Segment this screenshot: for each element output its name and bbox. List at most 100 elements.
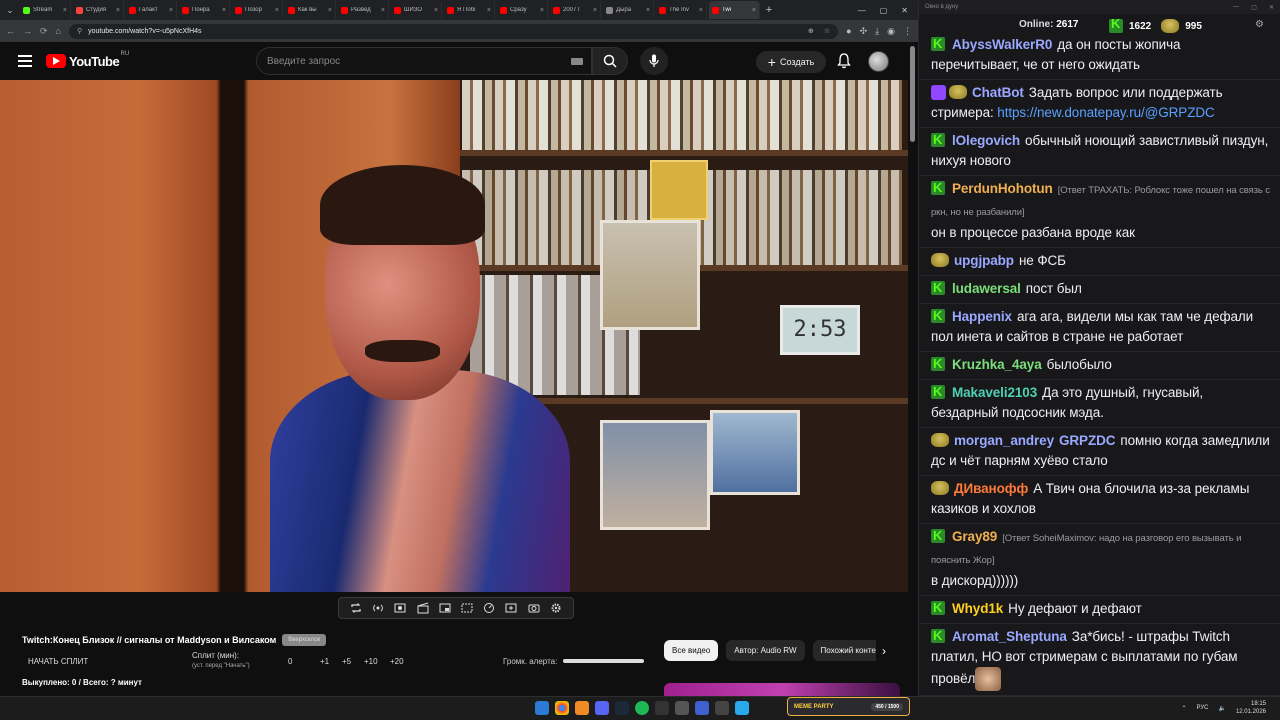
zoom-icon[interactable]: ⊕ (808, 27, 814, 35)
chat-minimize-icon[interactable]: — (1233, 4, 1239, 11)
tab-close-icon[interactable]: × (434, 7, 438, 14)
bookmark-star-icon[interactable]: ☆ (824, 27, 830, 35)
add-1-button[interactable]: +1 (320, 657, 329, 666)
tab-close-icon[interactable]: × (169, 7, 173, 14)
profile-icon[interactable]: ◉ (887, 26, 895, 37)
chat-maximize-icon[interactable]: ▢ (1251, 4, 1257, 11)
notifications-button[interactable] (836, 51, 852, 71)
account-avatar[interactable] (868, 51, 889, 72)
chat-username[interactable]: ДИванофф (954, 481, 1028, 496)
page-scrollbar[interactable] (908, 42, 918, 696)
chat-mention[interactable]: GRPZDC (1059, 433, 1116, 448)
browser-tab[interactable]: Позор × (232, 1, 283, 19)
status-badge[interactable]: Вверхсклок (282, 634, 327, 646)
chevron-right-icon[interactable]: › (876, 640, 892, 662)
browser-tab[interactable]: Дыра × (603, 1, 654, 19)
app-icon[interactable] (675, 701, 689, 715)
maximize-icon[interactable]: ▢ (880, 6, 888, 15)
tab-close-icon[interactable]: × (116, 7, 120, 14)
alert-volume-slider[interactable] (563, 659, 644, 663)
screenshot-camera-icon[interactable] (528, 602, 540, 614)
steam-icon[interactable] (615, 701, 629, 715)
tab-close-icon[interactable]: × (593, 7, 597, 14)
browser-tab[interactable]: The Inv × (656, 1, 707, 19)
browser-tab[interactable]: Я Побі × (444, 1, 495, 19)
browser-tab[interactable]: 2007 Г × (550, 1, 601, 19)
fullscreen-icon[interactable] (461, 602, 473, 614)
audio-wave-icon[interactable] (372, 602, 384, 614)
chat-username[interactable]: Kruzhka_4aya (952, 357, 1042, 372)
chat-username[interactable]: morgan_andrey (954, 433, 1054, 448)
chip-author[interactable]: Автор: Audio RW (726, 640, 805, 661)
loop-icon[interactable] (350, 602, 362, 614)
tab-close-icon[interactable]: × (699, 7, 703, 14)
chip-all-videos[interactable]: Все видео (664, 640, 719, 661)
recommended-thumbnail[interactable] (664, 683, 900, 696)
telegram-icon[interactable] (735, 701, 749, 715)
chat-username[interactable]: ChatBot (972, 85, 1024, 100)
minimize-icon[interactable]: — (858, 6, 866, 15)
chat-username[interactable]: Makaveli2103 (952, 385, 1037, 400)
browser-menu-icon[interactable]: ⋮ (903, 26, 912, 37)
tab-close-icon[interactable]: × (487, 7, 491, 14)
chat-close-icon[interactable]: ✕ (1269, 4, 1274, 11)
app-icon[interactable] (655, 701, 669, 715)
browser-tab[interactable]: ШИЗО × (391, 1, 442, 19)
chat-username[interactable]: Happenix (952, 309, 1012, 324)
tab-close-icon[interactable]: × (328, 7, 332, 14)
reload-icon[interactable]: ⟳ (40, 26, 48, 37)
tab-close-icon[interactable]: × (222, 7, 226, 14)
add-5-button[interactable]: +5 (342, 657, 351, 666)
scrollbar-thumb[interactable] (910, 46, 915, 142)
chat-username[interactable]: upgjpabp (954, 253, 1014, 268)
tab-close-icon[interactable]: × (540, 7, 544, 14)
site-info-icon[interactable]: ⚲ (77, 27, 82, 35)
search-input[interactable]: Введите запрос (256, 47, 592, 75)
video-player[interactable]: 2:53 (0, 80, 908, 592)
add-clip-icon[interactable] (505, 602, 517, 614)
chat-username[interactable]: AbyssWalkerR0 (952, 37, 1052, 52)
extension-icon[interactable]: ● (846, 26, 851, 36)
create-button[interactable]: + Создать (756, 51, 826, 73)
clapper-icon[interactable] (417, 602, 429, 614)
tab-close-icon[interactable]: × (752, 7, 756, 14)
browser-tab[interactable]: Как вы × (285, 1, 336, 19)
clock[interactable]: 18:15 12.01.2026 (1236, 700, 1266, 716)
chat-username[interactable]: lOlegovich (952, 133, 1020, 148)
search-button[interactable] (592, 47, 628, 75)
picture-in-picture-icon[interactable] (439, 602, 451, 614)
forward-icon[interactable]: → (23, 26, 32, 36)
browser-tab[interactable]: Галакт × (126, 1, 177, 19)
record-icon[interactable] (394, 602, 406, 614)
media-player-icon[interactable] (695, 701, 709, 715)
browser-tab[interactable]: Сразу × (497, 1, 548, 19)
tab-close-icon[interactable]: × (646, 7, 650, 14)
tab-close-icon[interactable]: × (381, 7, 385, 14)
voice-search-button[interactable] (640, 47, 668, 75)
browser-tab[interactable]: Студия × (73, 1, 124, 19)
browser-tab[interactable]: Stream × (20, 1, 71, 19)
chat-settings-icon[interactable]: ⚙ (1255, 19, 1264, 30)
downloads-icon[interactable]: ⤓ (875, 26, 879, 37)
chat-link[interactable]: https://new.donatepay.ru/@GRPZDC (997, 105, 1214, 120)
chat-username[interactable]: ludawersal (952, 281, 1021, 296)
keyboard-language[interactable]: РУС (1196, 705, 1208, 711)
tab-close-icon[interactable]: × (275, 7, 279, 14)
discord-icon[interactable] (595, 701, 609, 715)
youtube-logo[interactable]: YouTube RU (46, 51, 129, 69)
tab-search-icon[interactable]: ⌄ (2, 2, 18, 18)
add-10-button[interactable]: +10 (364, 657, 378, 666)
close-window-icon[interactable]: ✕ (901, 6, 908, 15)
new-tab-button[interactable]: + (762, 4, 776, 16)
chat-message-list[interactable]: AbyssWalkerR0да он посты жопича перечиты… (919, 32, 1280, 696)
volume-icon[interactable]: 🔈 (1218, 705, 1225, 712)
chat-username[interactable]: Aromat_Sheptuna (952, 629, 1067, 644)
start-icon[interactable] (535, 701, 549, 715)
speed-gauge-icon[interactable] (483, 602, 495, 614)
browser-tab[interactable]: Понра × (179, 1, 230, 19)
browser-tab[interactable]: Twi × (709, 1, 760, 19)
add-20-button[interactable]: +20 (390, 657, 404, 666)
extensions-puzzle-icon[interactable]: ✣ (860, 26, 868, 37)
back-icon[interactable]: ← (6, 26, 15, 36)
file-explorer-icon[interactable] (575, 701, 589, 715)
